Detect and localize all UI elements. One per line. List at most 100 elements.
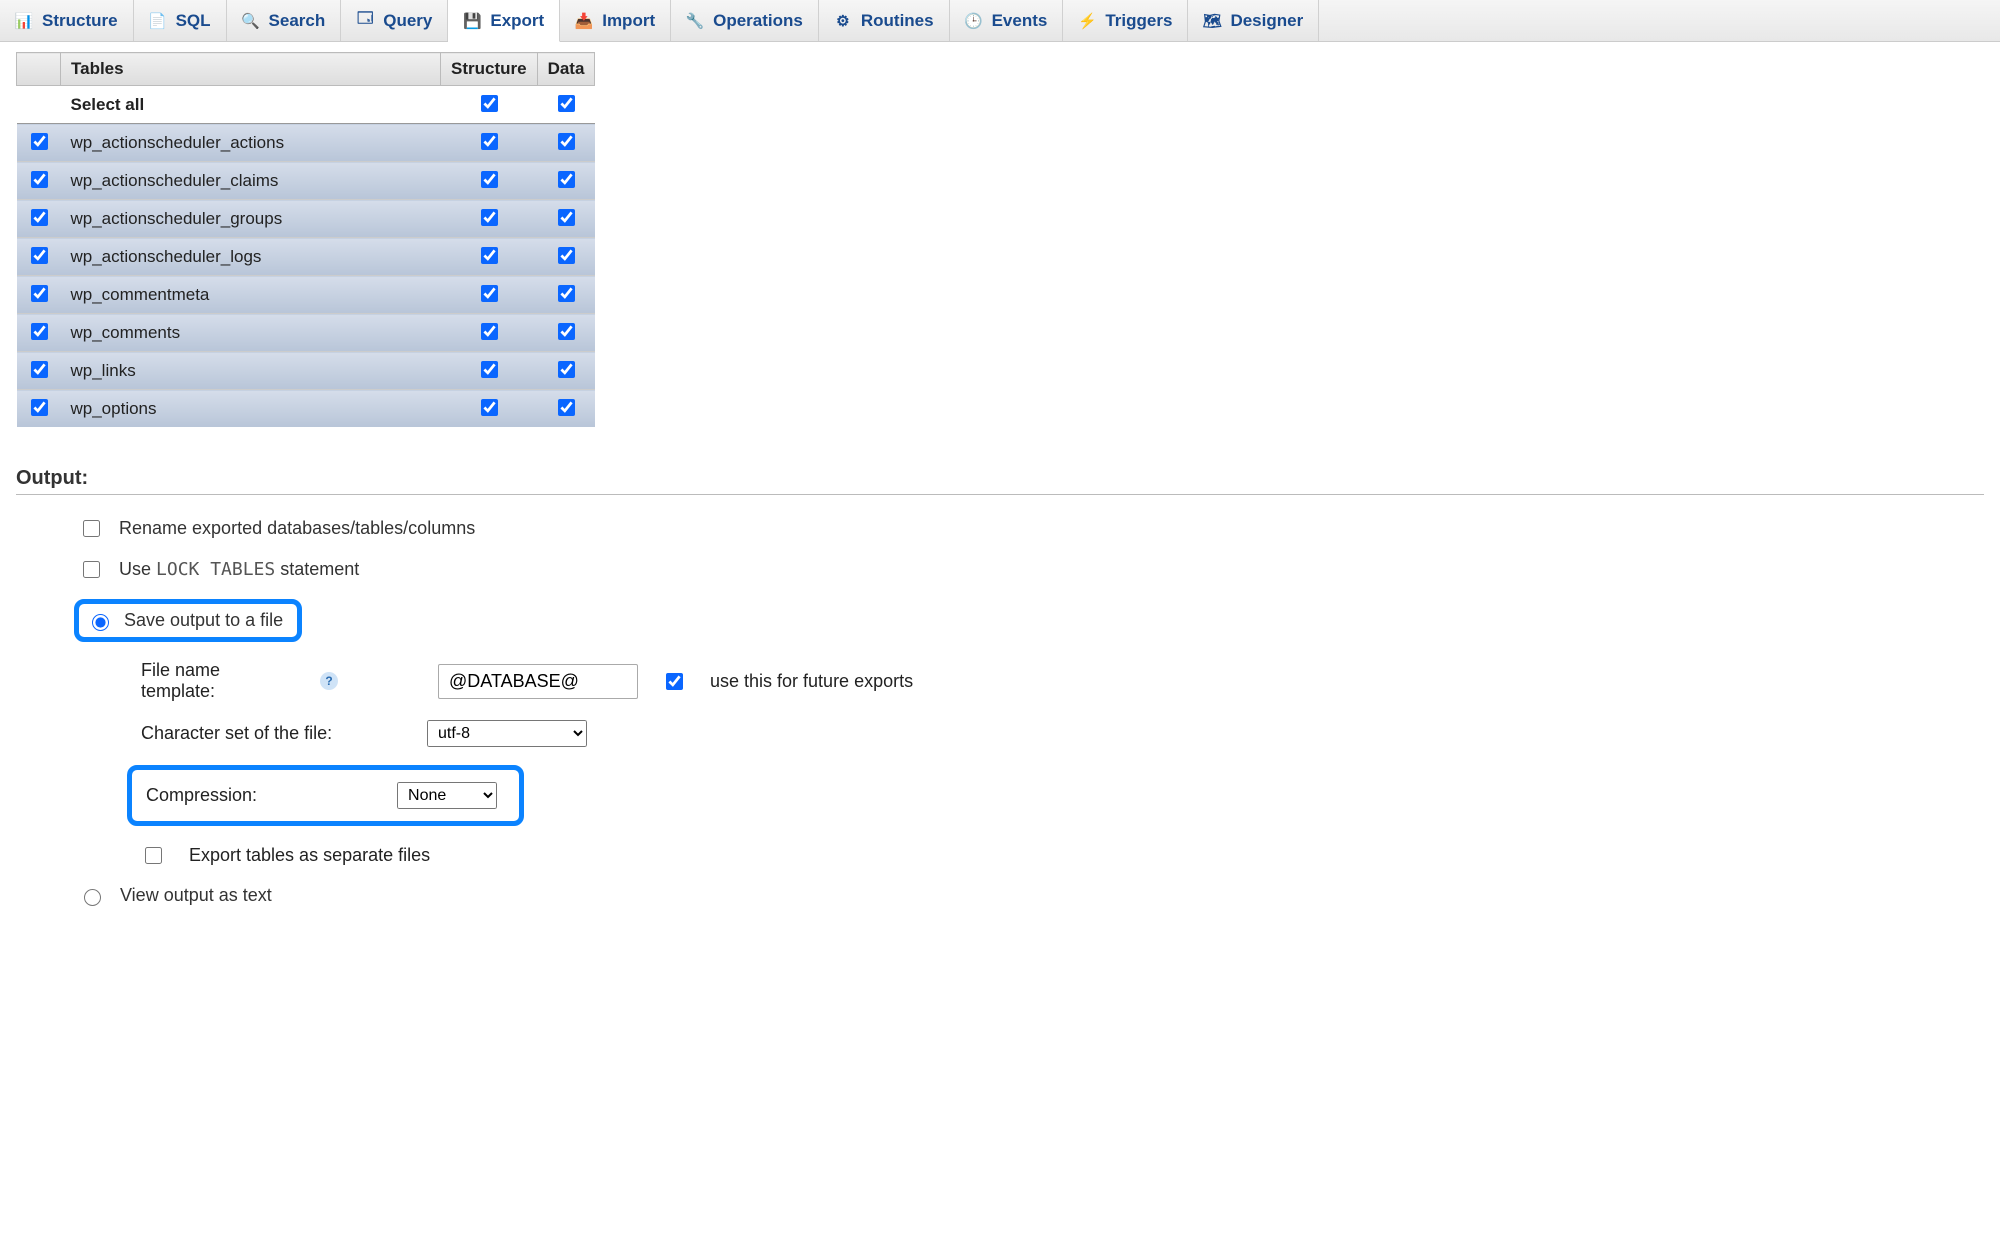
row-data-checkbox[interactable]	[558, 399, 575, 416]
tab-designer[interactable]: 🗺 Designer	[1188, 0, 1319, 41]
row-structure-checkbox[interactable]	[481, 209, 498, 226]
row-checkbox[interactable]	[31, 171, 48, 188]
tab-triggers[interactable]: ⚡ Triggers	[1063, 0, 1188, 41]
row-checkbox[interactable]	[31, 247, 48, 264]
tab-sql[interactable]: 📄 SQL	[134, 0, 227, 41]
tables-panel: Tables Structure Data Select all wp_acti…	[0, 42, 2000, 427]
triggers-icon: ⚡	[1078, 12, 1096, 30]
tab-label: Structure	[42, 11, 118, 31]
select-all-data-checkbox[interactable]	[558, 95, 575, 112]
tab-label: Export	[490, 11, 544, 31]
row-structure-checkbox[interactable]	[481, 323, 498, 340]
separate-files-label: Export tables as separate files	[189, 845, 430, 866]
events-icon: 🕒	[965, 12, 983, 30]
row-data-checkbox[interactable]	[558, 285, 575, 302]
row-structure-checkbox[interactable]	[481, 285, 498, 302]
row-checkbox[interactable]	[31, 285, 48, 302]
tab-label: Routines	[861, 11, 934, 31]
option-rename: Rename exported databases/tables/columns	[79, 517, 1984, 540]
table-row: wp_options	[17, 390, 595, 428]
file-template-input[interactable]	[438, 664, 638, 699]
row-checkbox[interactable]	[31, 323, 48, 340]
row-data-checkbox[interactable]	[558, 171, 575, 188]
row-structure-checkbox[interactable]	[481, 171, 498, 188]
select-all-label: Select all	[61, 86, 441, 124]
tab-label: Import	[602, 11, 655, 31]
tables-grid: Tables Structure Data Select all wp_acti…	[16, 52, 595, 427]
table-name: wp_commentmeta	[61, 276, 441, 314]
row-structure-checkbox[interactable]	[481, 247, 498, 264]
row-data-checkbox[interactable]	[558, 209, 575, 226]
row-checkbox[interactable]	[31, 133, 48, 150]
routines-icon: ⚙	[834, 12, 852, 30]
view-as-text-radio[interactable]	[84, 889, 101, 906]
top-tab-bar: 📊 Structure 📄 SQL 🔍 Search 🗔 Query 💾 Exp…	[0, 0, 2000, 42]
save-to-file-radio[interactable]	[92, 614, 109, 631]
tab-label: Search	[269, 11, 326, 31]
table-row: wp_links	[17, 352, 595, 390]
output-heading: Output:	[16, 467, 1984, 495]
row-checkbox[interactable]	[31, 361, 48, 378]
export-icon: 💾	[463, 12, 481, 30]
option-view-as-text: View output as text	[79, 885, 1984, 906]
row-data-checkbox[interactable]	[558, 323, 575, 340]
output-section: Output: Rename exported databases/tables…	[0, 427, 2000, 964]
separate-files-checkbox[interactable]	[145, 847, 162, 864]
col-tables: Tables	[61, 53, 441, 86]
lock-tables-label: Use LOCK TABLES statement	[119, 559, 359, 580]
row-separate-files: Export tables as separate files	[141, 844, 1984, 867]
option-lock-tables: Use LOCK TABLES statement	[79, 558, 1984, 581]
col-structure: Structure	[441, 53, 538, 86]
table-name: wp_options	[61, 390, 441, 428]
import-icon: 📥	[575, 12, 593, 30]
table-row: wp_actionscheduler_logs	[17, 238, 595, 276]
row-structure-checkbox[interactable]	[481, 399, 498, 416]
tab-routines[interactable]: ⚙ Routines	[819, 0, 950, 41]
search-icon: 🔍	[242, 12, 260, 30]
charset-select[interactable]: utf-8	[427, 720, 587, 747]
compression-highlight: Compression: None	[127, 765, 524, 826]
row-file-template: File name template: ? use this for futur…	[141, 660, 1984, 702]
compression-select[interactable]: None	[397, 782, 497, 809]
select-all-structure-checkbox[interactable]	[481, 95, 498, 112]
tab-label: SQL	[176, 11, 211, 31]
option-save-to-file: Save output to a file	[74, 599, 1984, 642]
row-checkbox[interactable]	[31, 399, 48, 416]
row-data-checkbox[interactable]	[558, 247, 575, 264]
tab-search[interactable]: 🔍 Search	[227, 0, 342, 41]
compression-label: Compression:	[146, 785, 257, 806]
row-checkbox[interactable]	[31, 209, 48, 226]
row-structure-checkbox[interactable]	[481, 133, 498, 150]
table-row: wp_comments	[17, 314, 595, 352]
row-compression: Compression: None	[141, 765, 1984, 826]
view-as-text-label: View output as text	[120, 885, 272, 906]
table-name: wp_actionscheduler_groups	[61, 200, 441, 238]
table-row: wp_commentmeta	[17, 276, 595, 314]
tab-structure[interactable]: 📊 Structure	[0, 0, 134, 41]
tab-export[interactable]: 💾 Export	[448, 0, 560, 42]
charset-label: Character set of the file:	[141, 723, 403, 744]
tab-import[interactable]: 📥 Import	[560, 0, 671, 41]
tab-events[interactable]: 🕒 Events	[950, 0, 1064, 41]
row-data-checkbox[interactable]	[558, 133, 575, 150]
tab-operations[interactable]: 🔧 Operations	[671, 0, 819, 41]
table-row: wp_actionscheduler_actions	[17, 124, 595, 162]
tab-label: Designer	[1230, 11, 1303, 31]
file-template-label: File name template:	[141, 660, 296, 702]
structure-icon: 📊	[15, 12, 33, 30]
rename-label: Rename exported databases/tables/columns	[119, 518, 475, 539]
query-icon: 🗔	[356, 12, 374, 30]
row-structure-checkbox[interactable]	[481, 361, 498, 378]
row-data-checkbox[interactable]	[558, 361, 575, 378]
table-row: wp_actionscheduler_groups	[17, 200, 595, 238]
help-icon[interactable]: ?	[320, 672, 338, 690]
tab-query[interactable]: 🗔 Query	[341, 0, 448, 41]
future-exports-checkbox[interactable]	[666, 673, 683, 690]
save-to-file-highlight: Save output to a file	[74, 599, 302, 642]
tab-label: Query	[383, 11, 432, 31]
table-name: wp_actionscheduler_actions	[61, 124, 441, 162]
table-name: wp_actionscheduler_claims	[61, 162, 441, 200]
rename-checkbox[interactable]	[83, 520, 100, 537]
designer-icon: 🗺	[1203, 12, 1221, 30]
lock-tables-checkbox[interactable]	[83, 561, 100, 578]
